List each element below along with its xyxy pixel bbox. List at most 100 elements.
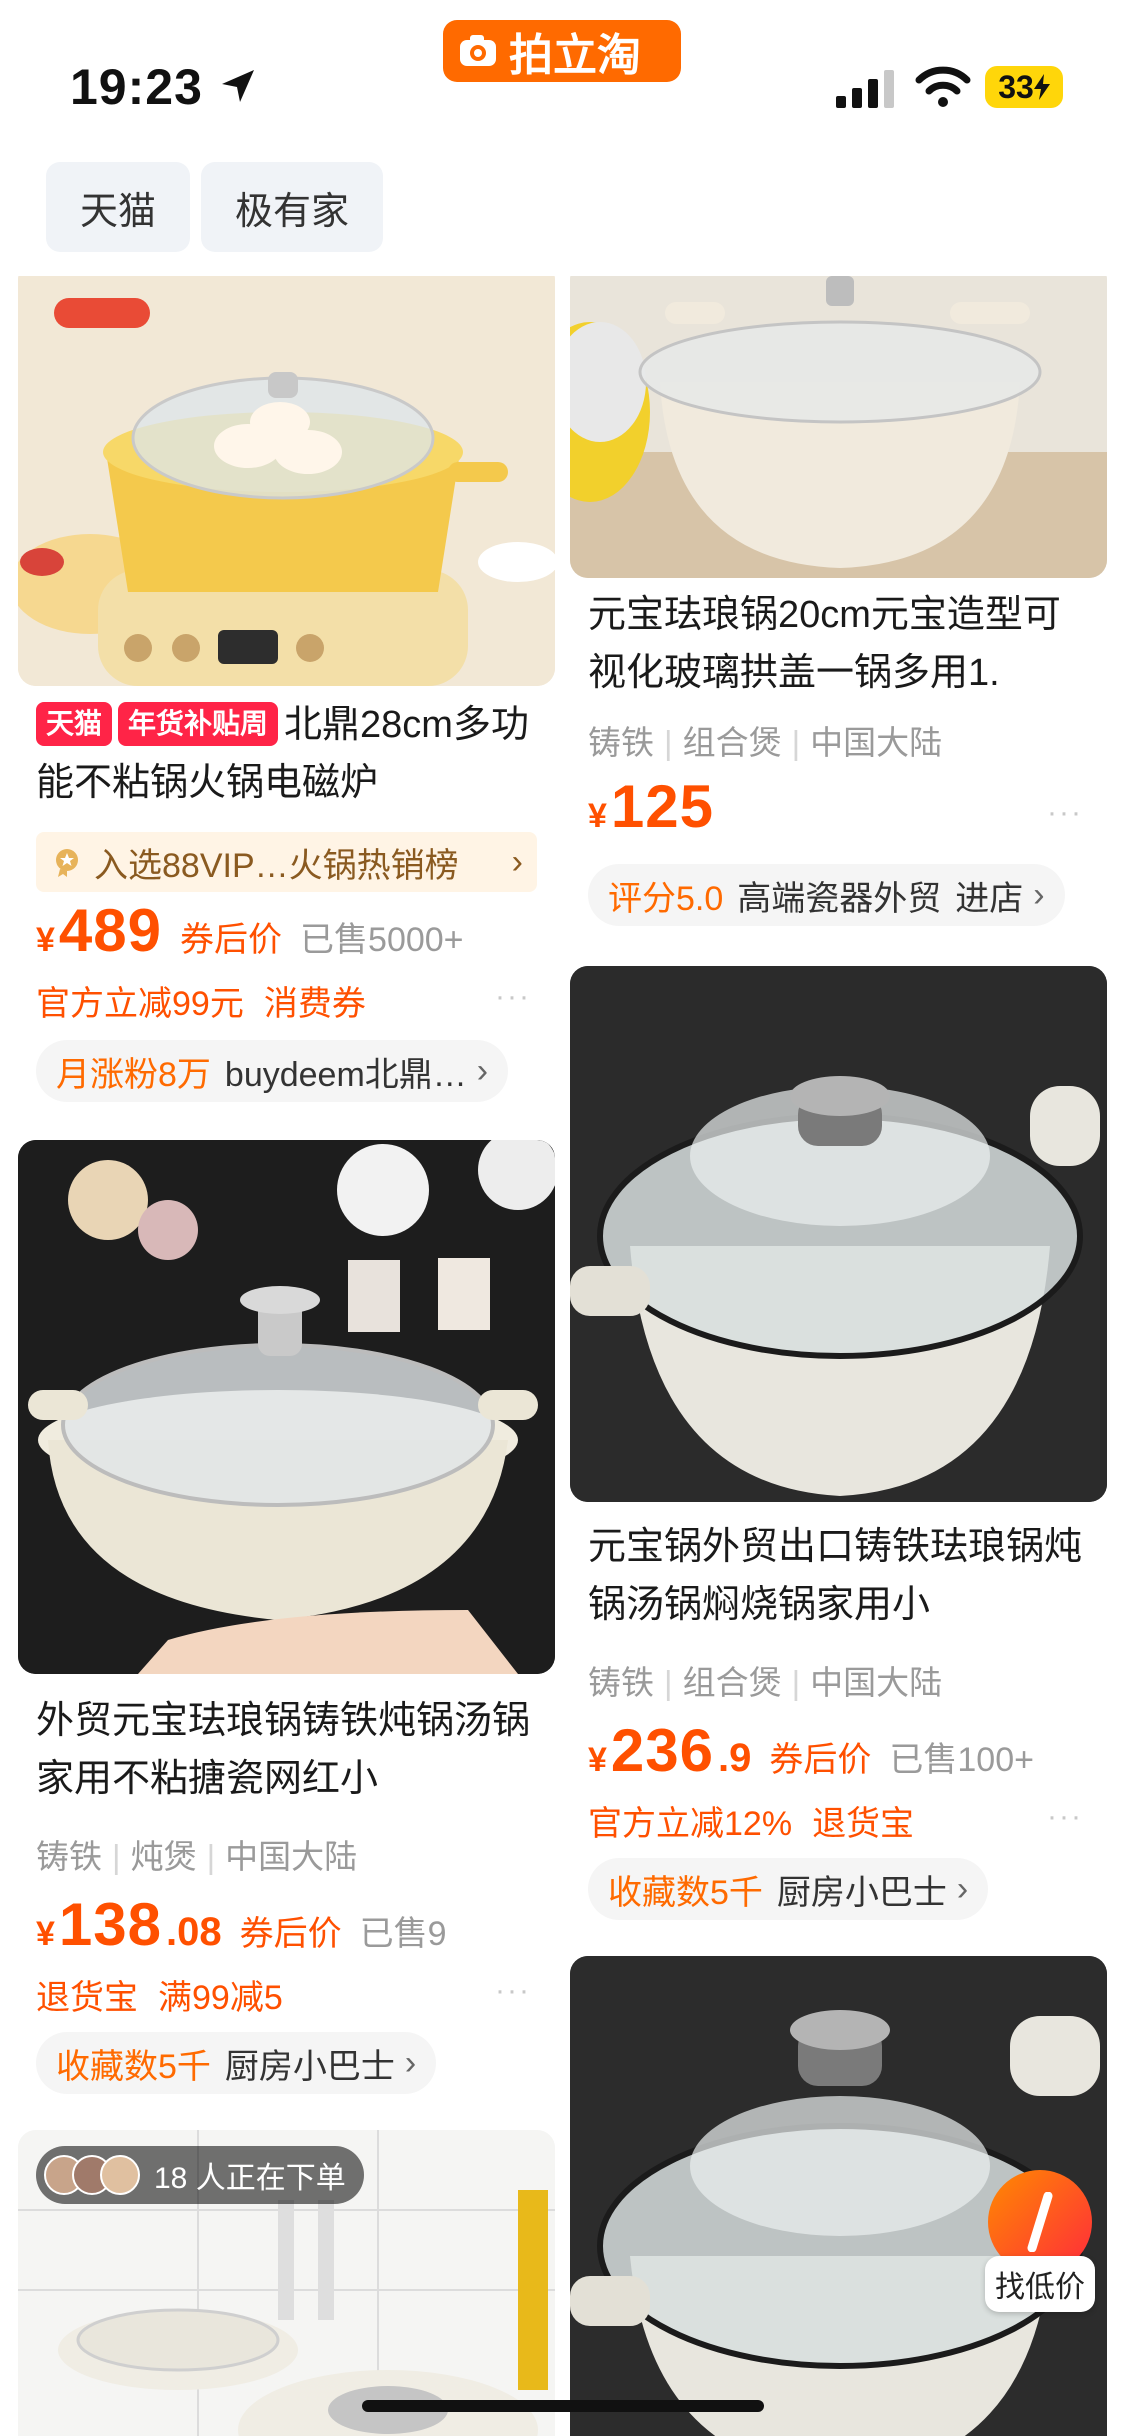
attr-type: 炖煲 [130,1838,197,1875]
price-decimal: .08 [166,1910,222,1954]
photo-search-badge[interactable]: 拍立淘 [443,20,681,82]
product-card[interactable]: 天猫 年货补贴周 北鼎28cm多功能不粘锅火锅电磁炉 入选88VIP…火锅热销榜 ›… [18,276,555,1116]
tag-tmall: 天猫 [36,702,113,746]
product-title[interactable]: 外贸元宝珐琅锅铸铁炖锅汤锅家用不粘搪瓷网红小 [36,1692,537,1808]
attr-origin: 中国大陆 [810,1664,943,1701]
app-badge-label: 拍立淘 [509,31,641,80]
currency-symbol: ¥ [36,1915,55,1953]
product-title[interactable]: 天猫 年货补贴周 北鼎28cm多功能不粘锅火锅电磁炉 [36,696,537,812]
promo-threshold-discount: 满99减5 [158,1979,283,2017]
shop-link[interactable]: 收藏数5千 厨房小巴士 › [36,2032,437,2094]
promo-return-insurance: 退货宝 [36,1979,138,2017]
price-row: ¥ 489 券后价 已售5000+ [36,896,464,965]
sold-count: 已售9 [359,1915,447,1953]
ordering-now-text: 18 人正在下单 [154,2162,346,2195]
shop-link[interactable]: 收藏数5千 厨房小巴士 › [588,1858,989,1920]
price-integer: 236 [610,1717,715,1784]
chevron-right-icon: › [956,1869,969,1908]
price-row: ¥ 125 [588,772,714,841]
attr-material: 铸铁 [588,724,654,761]
product-image[interactable] [570,966,1107,1502]
product-card[interactable]: 元宝锅外贸出口铸铁珐琅锅炖锅汤锅焖烧锅家用小 铸铁 | 组合煲 | 中国大陆 ¥ 236… [570,966,1107,1926]
product-title[interactable]: 元宝珐琅锅20cm元宝造型可视化玻璃拱盖一锅多用1. [588,586,1089,702]
attribute-row: 铸铁 | 组合煲 | 中国大陆 [588,1664,943,1701]
promo-row: 退货宝 满99减5 [36,1970,283,2019]
status-bar: 19:23 拍立淘 33 [0,0,1125,150]
attr-type: 组合煲 [682,1664,782,1701]
promo-discount: 官方立减12% [588,1805,793,1843]
product-card[interactable]: 外贸元宝珐琅锅铸铁炖锅汤锅家用不粘搪瓷网红小 铸铁 | 炖煲 | 中国大陆 ¥ 138 … [18,1140,555,2100]
filter-chip-tmall[interactable]: 天猫 [46,162,190,252]
price-integer: 125 [610,773,715,840]
clock: 19:23 [70,59,203,115]
find-low-price-button[interactable]: 找低价 [985,2170,1095,2312]
wifi-icon [915,66,971,107]
product-image[interactable] [18,276,555,686]
attr-material: 铸铁 [36,1838,102,1875]
product-title[interactable]: 元宝锅外贸出口铸铁珐琅锅炖锅汤锅焖烧锅家用小 [588,1518,1089,1634]
currency-symbol: ¥ [588,797,607,835]
shop-name: buydeem北鼎… [224,1055,467,1094]
attr-type: 组合煲 [682,724,782,761]
ordering-now-badge: 18 人正在下单 [36,2146,364,2204]
more-options-icon[interactable]: ··· [1047,796,1083,830]
currency-symbol: ¥ [36,921,55,959]
more-options-icon[interactable]: ··· [495,1974,531,2008]
shop-link[interactable]: 评分5.0 高端瓷器外贸 进店 › [588,864,1065,926]
sold-count: 已售5000+ [300,921,464,959]
after-coupon-label: 券后价 [239,1915,342,1953]
product-photo-steamer-pot [18,276,555,686]
chevron-right-icon: › [476,1051,489,1090]
chevron-right-icon: › [1033,875,1045,914]
promo-row: 官方立减99元 消费券 [36,976,366,1025]
camera-icon [460,35,496,66]
price-row: ¥ 236 .9 券后价 已售100+ [588,1716,1034,1785]
promo-discount: 官方立减99元 [36,985,244,1023]
attr-origin: 中国大陆 [225,1838,358,1875]
battery-indicator: 33 [985,66,1063,108]
promo-return-insurance: 退货宝 [812,1805,915,1843]
home-indicator[interactable] [362,2400,764,2412]
chevron-right-icon: › [404,2043,417,2082]
filter-chip-jiyoujia[interactable]: 极有家 [201,162,383,252]
shop-highlight: 收藏数5千 [608,1873,763,1912]
shop-highlight: 月涨粉8万 [56,1055,211,1094]
product-card[interactable]: 18 人正在下单 [18,2130,555,2436]
attribute-row: 铸铁 | 炖煲 | 中国大陆 [36,1838,358,1875]
product-photo-white-pot [570,276,1107,578]
filter-bar: 天猫 极有家 [0,150,1125,276]
cellular-signal-icon [836,70,894,108]
shop-name: 厨房小巴士 [776,1873,947,1912]
price-decimal: .9 [718,1736,752,1780]
shop-link[interactable]: 月涨粉8万 buydeem北鼎… › [36,1040,509,1102]
attr-origin: 中国大陆 [810,724,943,761]
product-card[interactable]: 元宝珐琅锅20cm元宝造型可视化玻璃拱盖一锅多用1. 铸铁 | 组合煲 | 中国大陆 ¥… [570,276,1107,936]
avatar [100,2155,140,2195]
award-medal-icon [56,849,78,877]
product-photo-pot-glass-lid [570,966,1107,1502]
promo-row: 官方立减12% 退货宝 [588,1796,914,1845]
ranking-banner[interactable]: 入选88VIP…火锅热销榜 › [36,832,537,892]
chevron-right-icon: › [511,842,523,881]
battery-level: 33 [998,68,1034,105]
ranking-text: 入选88VIP…火锅热销榜 [94,846,459,885]
more-options-icon[interactable]: ··· [1047,1800,1083,1834]
product-photo-enamel-pot-hand [18,1140,555,1674]
attribute-row: 铸铁 | 组合煲 | 中国大陆 [588,724,943,761]
price-integer: 138 [58,1891,163,1958]
location-arrow-icon [222,70,254,102]
find-low-price-label: 找低价 [985,2256,1095,2312]
buyer-avatars [44,2155,140,2195]
product-image[interactable] [570,276,1107,578]
sold-count: 已售100+ [889,1741,1034,1779]
shop-name: 高端瓷器外贸 [737,879,942,918]
shop-rating: 评分5.0 [608,879,724,918]
more-options-icon[interactable]: ··· [495,980,531,1014]
price-row: ¥ 138 .08 券后价 已售9 [36,1890,447,1959]
product-image[interactable] [18,1140,555,1674]
after-coupon-label: 券后价 [769,1741,872,1779]
after-coupon-label: 券后价 [180,921,283,959]
attr-material: 铸铁 [588,1664,654,1701]
currency-symbol: ¥ [588,1741,607,1779]
tag-subsidy-week: 年货补贴周 [118,702,279,746]
